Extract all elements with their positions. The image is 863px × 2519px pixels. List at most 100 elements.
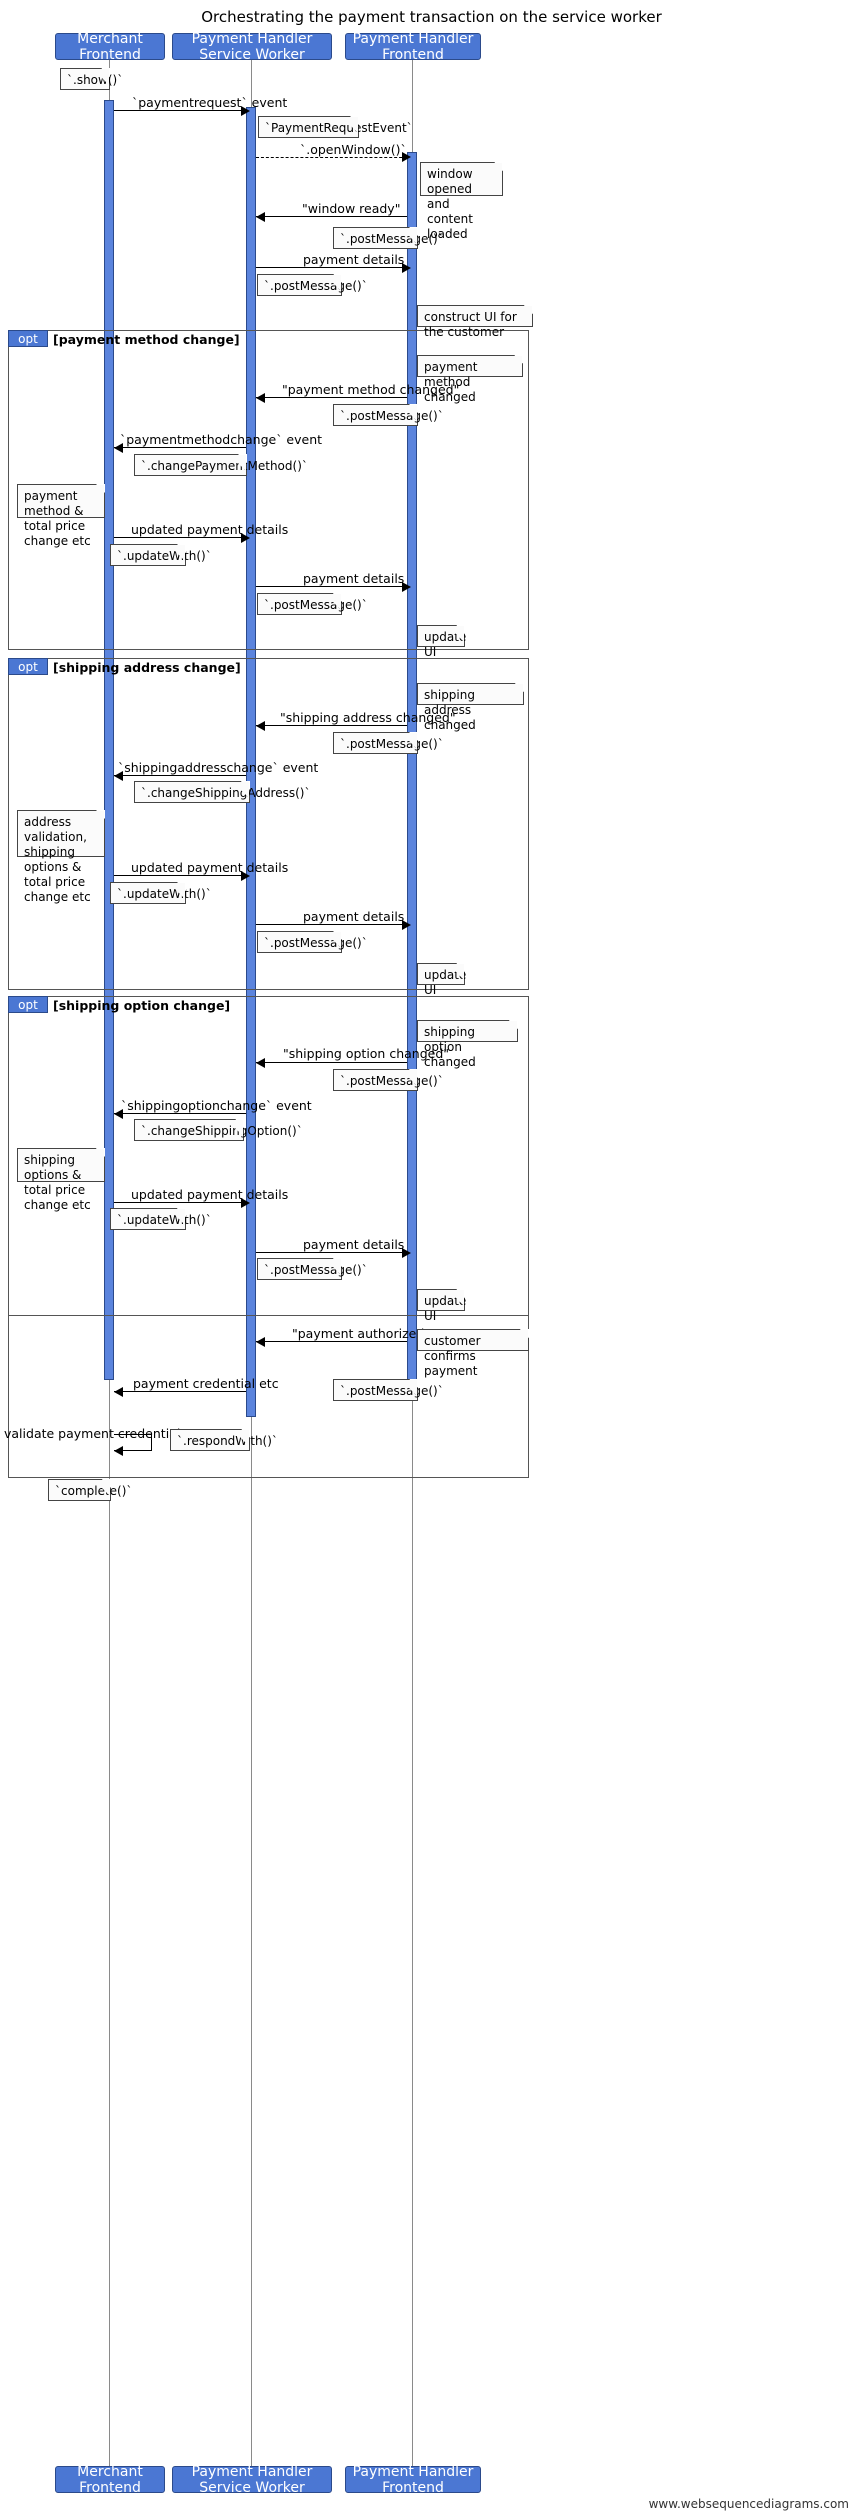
note-text: payment method changed bbox=[424, 360, 478, 404]
actor-service-worker-bottom[interactable]: Payment Handler Service Worker bbox=[172, 2464, 332, 2496]
note-shipping-option-changed: shipping option changed bbox=[417, 1020, 518, 1069]
arrow-paymentrequest bbox=[114, 110, 246, 111]
msg-updated-payment-details-3: updated payment details bbox=[131, 1187, 289, 1202]
note-post-message-2: `.postMessage()` bbox=[257, 274, 368, 296]
msg-payment-details-3: payment details bbox=[303, 909, 405, 924]
note-text: payment method & total price change etc bbox=[24, 489, 91, 548]
note-post-message-5: `.postMessage()` bbox=[333, 732, 444, 754]
actor-label: Payment Handler Service Worker bbox=[191, 30, 313, 63]
note-text: `.postMessage()` bbox=[264, 279, 368, 293]
msg-payment-authorized: "payment authorized" bbox=[292, 1326, 431, 1341]
actor-service-worker-top[interactable]: Payment Handler Service Worker bbox=[172, 30, 332, 63]
note-address-validation: address validation, shipping options & t… bbox=[17, 810, 105, 904]
note-text: `complete()` bbox=[55, 1484, 133, 1498]
msg-paymentmethodchange-event: `paymentmethodchange` event bbox=[120, 432, 323, 447]
note-text: update UI bbox=[424, 968, 467, 997]
arrow-updated-payment-details-2 bbox=[114, 875, 246, 876]
msg-open-window: `.openWindow()` bbox=[300, 142, 407, 157]
note-text: update UI bbox=[424, 630, 467, 659]
arrow-payment-method-changed bbox=[256, 397, 407, 398]
msg-updated-payment-details-2: updated payment details bbox=[131, 860, 289, 875]
arrow-payment-details-4 bbox=[256, 1252, 407, 1253]
note-shipping-options-total-price: shipping options & total price change et… bbox=[17, 1148, 105, 1212]
arrow-head-payment-method-changed bbox=[256, 393, 265, 403]
note-update-with-1: `.updateWith()` bbox=[110, 544, 212, 566]
note-update-with-2: `.updateWith()` bbox=[110, 882, 212, 904]
msg-shippingoptionchange-event: `shippingoptionchange` event bbox=[121, 1098, 312, 1113]
arrow-shippingoptionchange-event bbox=[114, 1113, 246, 1114]
note-complete: `complete()` bbox=[48, 1479, 132, 1501]
note-text: shipping options & total price change et… bbox=[24, 1153, 91, 1212]
footer-credit: www.websequencediagrams.com bbox=[648, 2497, 849, 2511]
note-text: `.respondWith()` bbox=[177, 1434, 278, 1448]
msg-updated-payment-details-1: updated payment details bbox=[131, 522, 289, 537]
arrow-window-ready bbox=[256, 216, 407, 217]
note-text: `.updateWith()` bbox=[117, 887, 212, 901]
arrow-updated-payment-details-1 bbox=[114, 537, 246, 538]
arrow-head-validate-payment-credential bbox=[114, 1446, 123, 1456]
actor-label: Payment Handler Frontend bbox=[352, 30, 474, 63]
actor-merchant-frontend-bottom[interactable]: Merchant Frontend bbox=[55, 2463, 165, 2496]
msg-paymentrequest: `paymentrequest` event bbox=[132, 95, 288, 110]
note-window-opened: window opened and content loaded bbox=[420, 162, 503, 241]
opt-label: opt bbox=[18, 331, 38, 346]
note-respond-with: `.respondWith()` bbox=[170, 1429, 278, 1451]
msg-payment-details-4: payment details bbox=[303, 1237, 405, 1252]
note-post-message-9: `.postMessage()` bbox=[333, 1379, 444, 1401]
actor-label: Merchant Frontend bbox=[77, 30, 143, 63]
arrow-payment-details-2 bbox=[256, 586, 407, 587]
arrow-paymentmethodchange-event bbox=[114, 447, 246, 448]
opt-label: opt bbox=[18, 997, 38, 1012]
actor-payment-handler-frontend-top[interactable]: Payment Handler Frontend bbox=[345, 30, 481, 63]
note-post-message-8: `.postMessage()` bbox=[257, 1258, 368, 1280]
msg-payment-details-1: payment details bbox=[303, 252, 405, 267]
msg-shippingaddresschange-event: `shippingaddresschange` event bbox=[118, 760, 319, 775]
msg-payment-details-2: payment details bbox=[303, 571, 405, 586]
note-shipping-address-changed: shipping address changed bbox=[417, 683, 524, 732]
note-customer-confirms-payment: customer confirms payment bbox=[417, 1329, 529, 1378]
note-construct-ui: construct UI for the customer bbox=[417, 305, 533, 339]
note-text: `.postMessage()` bbox=[264, 1263, 368, 1277]
note-text: `.updateWith()` bbox=[117, 549, 212, 563]
note-update-with-3: `.updateWith()` bbox=[110, 1208, 212, 1230]
note-text: `.changeShippingOption()` bbox=[141, 1124, 303, 1138]
actor-merchant-frontend-top[interactable]: Merchant Frontend bbox=[55, 30, 165, 63]
arrow-head-shipping-address-changed bbox=[256, 721, 265, 731]
arrow-shippingaddresschange-event bbox=[114, 775, 246, 776]
note-text: `.changePaymentMethod()` bbox=[141, 459, 308, 473]
note-text: `.show()` bbox=[67, 73, 124, 87]
arrow-payment-credential bbox=[114, 1391, 246, 1392]
arrow-head-payment-authorized bbox=[256, 1337, 265, 1347]
actor-label: Payment Handler Frontend bbox=[352, 2463, 474, 2496]
note-text: window opened and content loaded bbox=[427, 167, 473, 241]
note-text: `.changeShippingAddress()` bbox=[141, 786, 311, 800]
note-text: `.postMessage()` bbox=[340, 409, 444, 423]
diagram-title: Orchestrating the payment transaction on… bbox=[201, 8, 662, 26]
note-payment-method-total-price: payment method & total price change etc bbox=[17, 484, 105, 548]
opt-frame-tab-2: opt bbox=[8, 658, 48, 675]
note-post-message-3: `.postMessage()` bbox=[333, 404, 444, 426]
note-change-shipping-option: `.changeShippingOption()` bbox=[134, 1119, 303, 1141]
opt-frame-tab-3: opt bbox=[8, 996, 48, 1013]
arrow-shipping-address-changed bbox=[256, 725, 407, 726]
note-text: construct UI for the customer bbox=[424, 310, 517, 339]
note-text: address validation, shipping options & t… bbox=[24, 815, 91, 904]
arrow-updated-payment-details-3 bbox=[114, 1202, 246, 1203]
arrow-payment-authorized bbox=[256, 1341, 407, 1342]
arrow-head-window-ready bbox=[256, 212, 265, 222]
note-update-ui-1: update UI bbox=[417, 625, 466, 659]
note-post-message-1: `.postMessage()` bbox=[333, 227, 444, 249]
note-update-ui-3: update UI bbox=[417, 1289, 466, 1323]
arrow-payment-details-3 bbox=[256, 924, 407, 925]
arrow-shipping-option-changed bbox=[256, 1062, 407, 1063]
opt-label: opt bbox=[18, 659, 38, 674]
opt-frame-tab-1: opt bbox=[8, 330, 48, 347]
opt-frame-title-1: [payment method change] bbox=[53, 332, 240, 347]
note-show: `.show()` bbox=[60, 68, 123, 90]
actor-payment-handler-frontend-bottom[interactable]: Payment Handler Frontend bbox=[345, 2463, 481, 2496]
note-payment-method-changed: payment method changed bbox=[417, 355, 523, 404]
arrow-head-payment-credential bbox=[114, 1387, 123, 1397]
note-update-ui-2: update UI bbox=[417, 963, 466, 997]
note-text: `.postMessage()` bbox=[340, 1074, 444, 1088]
actor-label: Merchant Frontend bbox=[77, 2463, 143, 2496]
